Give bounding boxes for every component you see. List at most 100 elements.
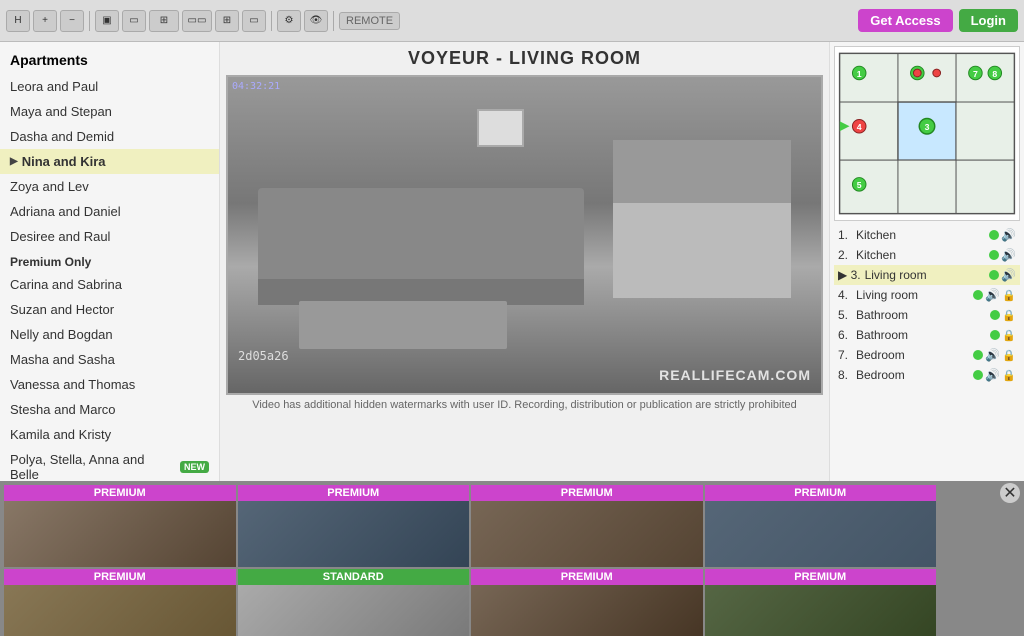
toolbar: H + − ▣ ▭ ⊞ ▭▭ ⊞ ▭ ⚙ 👁 REMOTE Get Access… xyxy=(0,0,1024,42)
green-dot xyxy=(989,270,999,280)
camera-item-4[interactable]: 4. Living room 🔊 🔒 xyxy=(834,285,1020,305)
tool-minus[interactable]: − xyxy=(60,10,84,32)
cam-num: 2. xyxy=(838,248,852,262)
cam-num: 1. xyxy=(838,228,852,242)
tool-4[interactable]: ▭▭ xyxy=(182,10,212,32)
tool-eye[interactable]: 👁 xyxy=(304,10,328,32)
thumb-item-7[interactable]: PREMIUM xyxy=(705,569,937,636)
item-label: Zoya and Lev xyxy=(10,179,89,194)
video-disclaimer: Video has additional hidden watermarks w… xyxy=(226,399,823,411)
svg-text:7: 7 xyxy=(973,69,978,79)
thumb-image xyxy=(705,585,937,636)
item-label: Vanessa and Thomas xyxy=(10,377,135,392)
sidebar-item-nina[interactable]: ▶ Nina and Kira xyxy=(0,149,219,174)
close-button[interactable]: ✕ xyxy=(1000,483,1020,503)
thumb-image xyxy=(471,501,703,567)
separator xyxy=(89,11,90,31)
right-panel: 1 2 7 8 4 3 5 xyxy=(829,42,1024,481)
camera-item-6[interactable]: 6. Bathroom 🔒 xyxy=(834,325,1020,345)
thumb-item-0[interactable]: PREMIUM xyxy=(4,485,236,567)
lock-icon: 🔒 xyxy=(1002,349,1016,362)
camera-item-5[interactable]: 5. Bathroom 🔒 xyxy=(834,305,1020,325)
sidebar-item-leora[interactable]: Leora and Paul xyxy=(0,74,219,99)
camera-item-3[interactable]: ▶ 3. Living room 🔊 xyxy=(834,265,1020,285)
sidebar-item-polya[interactable]: Polya, Stella, Anna and Belle NEW xyxy=(0,447,219,481)
sidebar-item-maya[interactable]: Maya and Stepan xyxy=(0,99,219,124)
cam-icons: 🔊 🔒 xyxy=(973,368,1016,382)
item-label: Adriana and Daniel xyxy=(10,204,121,219)
camera-item-7[interactable]: 7. Bedroom 🔊 🔒 xyxy=(834,345,1020,365)
thumb-item-3[interactable]: PREMIUM xyxy=(705,485,937,567)
get-access-button[interactable]: Get Access xyxy=(858,9,952,32)
sidebar-item-suzan[interactable]: Suzan and Hector xyxy=(0,297,219,322)
arrow-icon: ▶ xyxy=(10,156,18,167)
cam-num: 4. xyxy=(838,288,852,302)
cam-num: ▶ 3. xyxy=(838,268,861,282)
sidebar: Apartments Leora and Paul Maya and Stepa… xyxy=(0,42,220,481)
thumb-image xyxy=(4,585,236,636)
floor-plan-svg: 1 2 7 8 4 3 5 xyxy=(835,47,1019,220)
sidebar-item-vanessa[interactable]: Vanessa and Thomas xyxy=(0,372,219,397)
svg-text:3: 3 xyxy=(925,122,930,132)
item-label: Desiree and Raul xyxy=(10,229,110,244)
video-title-prefix: VOYEUR - xyxy=(408,48,509,68)
sound-icon: 🔊 xyxy=(985,288,1000,302)
green-dot xyxy=(973,350,983,360)
tool-1[interactable]: ▣ xyxy=(95,10,119,32)
item-label: Carina and Sabrina xyxy=(10,277,122,292)
sidebar-item-stesha[interactable]: Stesha and Marco xyxy=(0,397,219,422)
camera-item-2[interactable]: 2. Kitchen 🔊 xyxy=(834,245,1020,265)
green-dot xyxy=(973,370,983,380)
item-label: Suzan and Hector xyxy=(10,302,114,317)
camera-item-8[interactable]: 8. Bedroom 🔊 🔒 xyxy=(834,365,1020,385)
item-label: Kamila and Kristy xyxy=(10,427,111,442)
tool-plus[interactable]: + xyxy=(33,10,57,32)
sidebar-item-desiree[interactable]: Desiree and Raul xyxy=(0,224,219,249)
cam-icons: 🔊 xyxy=(989,228,1016,242)
cam-name: Bedroom xyxy=(856,368,969,382)
tool-3[interactable]: ⊞ xyxy=(149,10,179,32)
thumb-item-6[interactable]: PREMIUM xyxy=(471,569,703,636)
sidebar-item-masha[interactable]: Masha and Sasha xyxy=(0,347,219,372)
tool-6[interactable]: ▭ xyxy=(242,10,266,32)
thumb-label: PREMIUM xyxy=(705,569,937,585)
green-dot xyxy=(990,330,1000,340)
tool-5[interactable]: ⊞ xyxy=(215,10,239,32)
tool-gear[interactable]: ⚙ xyxy=(277,10,301,32)
sidebar-item-adriana[interactable]: Adriana and Daniel xyxy=(0,199,219,224)
item-label: Dasha and Demid xyxy=(10,129,114,144)
sidebar-item-zoya[interactable]: Zoya and Lev xyxy=(0,174,219,199)
thumb-item-1[interactable]: PREMIUM xyxy=(238,485,470,567)
thumb-image xyxy=(238,585,470,636)
cam-icons: 🔊 🔒 xyxy=(973,348,1016,362)
cam-name: Bathroom xyxy=(856,308,986,322)
sidebar-item-kamila[interactable]: Kamila and Kristy xyxy=(0,422,219,447)
new-badge: NEW xyxy=(180,461,209,473)
thumb-item-2[interactable]: PREMIUM xyxy=(471,485,703,567)
cam-name: Bedroom xyxy=(856,348,969,362)
sound-icon: 🔊 xyxy=(985,368,1000,382)
thumb-label: PREMIUM xyxy=(4,485,236,501)
cam-icons: 🔊 🔒 xyxy=(973,288,1016,302)
watermark: REALLIFECAM.COM xyxy=(659,367,811,383)
thumb-item-4[interactable]: PREMIUM xyxy=(4,569,236,636)
cam-name: Bathroom xyxy=(856,328,986,342)
login-button[interactable]: Login xyxy=(959,9,1018,32)
cam-icons: 🔊 xyxy=(989,248,1016,262)
tool-2[interactable]: ▭ xyxy=(122,10,146,32)
thumb-item-5[interactable]: STANDARD xyxy=(238,569,470,636)
item-label: Masha and Sasha xyxy=(10,352,115,367)
sidebar-item-nelly[interactable]: Nelly and Bogdan xyxy=(0,322,219,347)
lock-icon: 🔒 xyxy=(1002,329,1016,342)
cam-num: 6. xyxy=(838,328,852,342)
tool-h[interactable]: H xyxy=(6,10,30,32)
sidebar-item-dasha[interactable]: Dasha and Demid xyxy=(0,124,219,149)
cam-name: Kitchen xyxy=(856,248,985,262)
sound-icon: 🔊 xyxy=(1001,228,1016,242)
sidebar-item-carina[interactable]: Carina and Sabrina xyxy=(0,272,219,297)
camera-item-1[interactable]: 1. Kitchen 🔊 xyxy=(834,225,1020,245)
cam-num: 8. xyxy=(838,368,852,382)
thumb-label: PREMIUM xyxy=(705,485,937,501)
item-label: Leora and Paul xyxy=(10,79,98,94)
video-container[interactable]: 04:32:21 2d05a26 REALLIFECAM.COM xyxy=(226,75,823,395)
